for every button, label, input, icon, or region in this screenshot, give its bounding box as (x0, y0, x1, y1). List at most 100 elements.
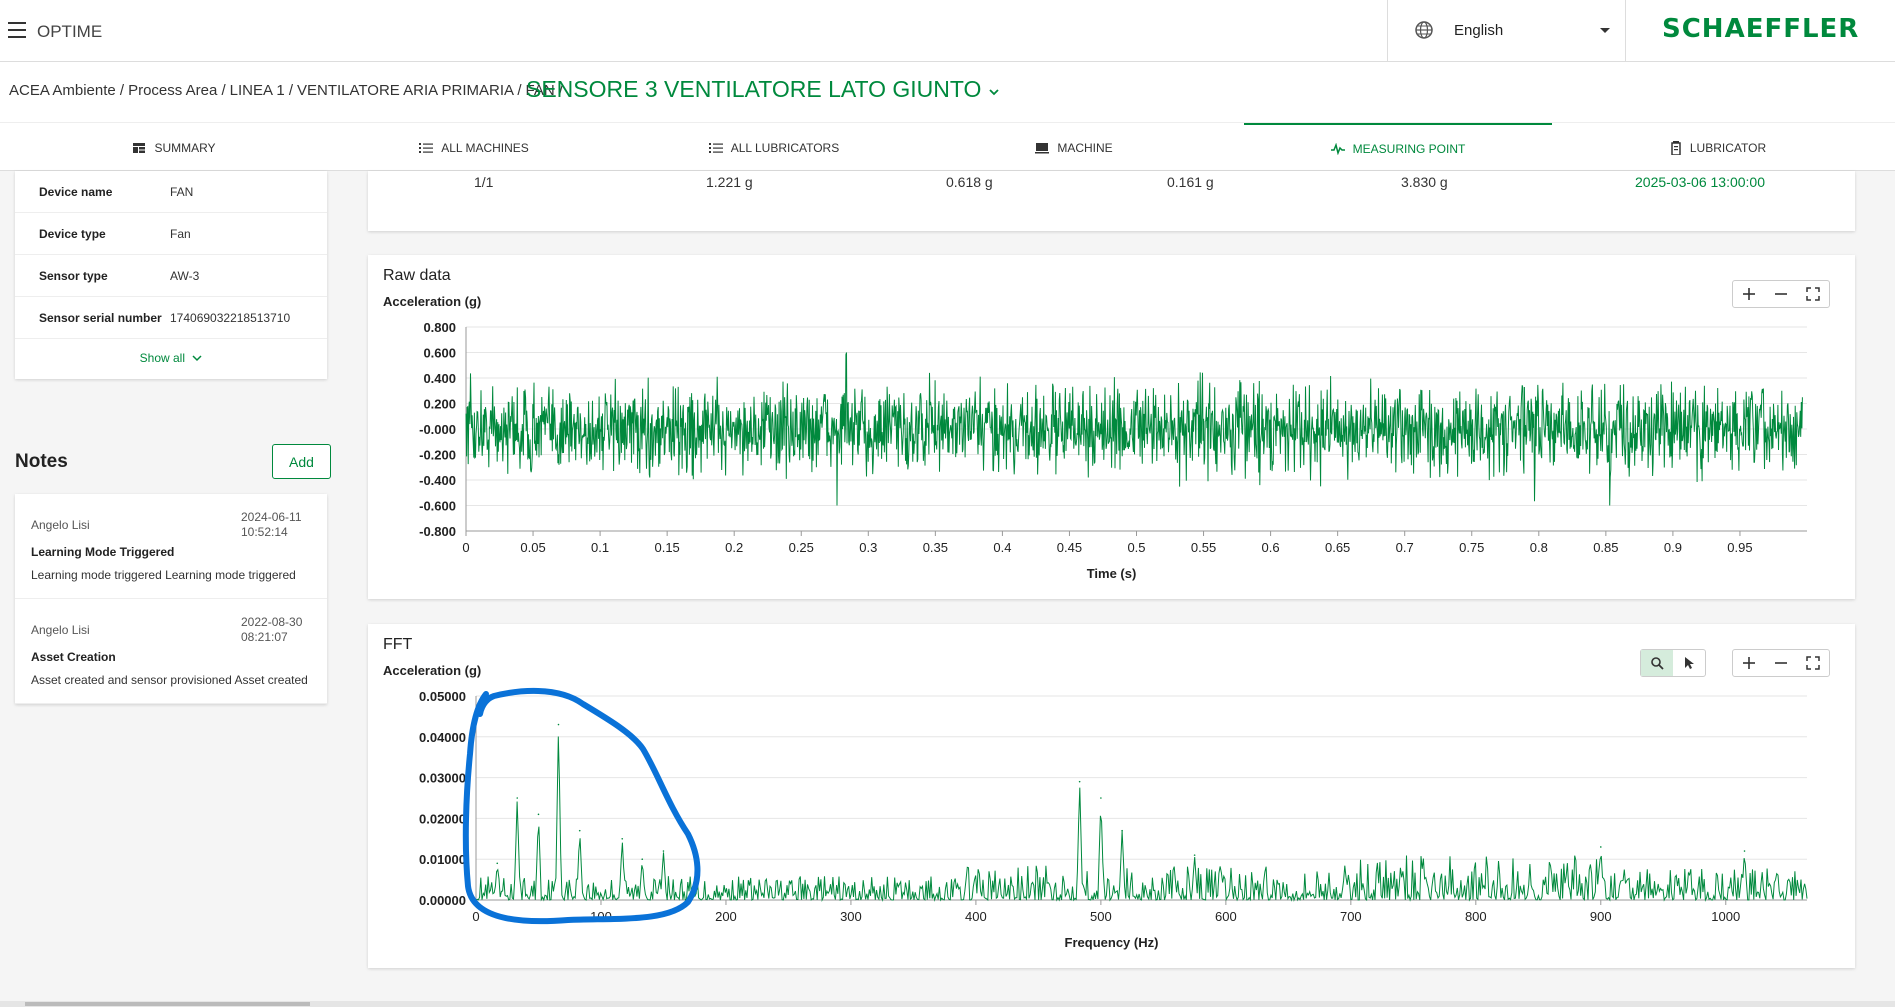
tab-machine[interactable]: MACHINE (924, 123, 1224, 172)
list-icon (708, 142, 723, 153)
y-tick-label: 0.00000 (419, 893, 466, 908)
horizontal-scrollbar[interactable] (0, 1001, 1895, 1007)
x-tick-label: 0.45 (1057, 540, 1082, 555)
fft-plot[interactable]: 0.05000 0.04000 0.03000 0.02000 0.01000 0.000… (368, 624, 1855, 968)
x-tick-label: 0.3 (859, 540, 877, 555)
tab-lubricator[interactable]: LUBRICATOR (1568, 123, 1868, 172)
tab-summary[interactable]: SUMMARY (24, 123, 324, 172)
x-tick-label: 0.4 (993, 540, 1011, 555)
info-value: Fan (170, 227, 191, 241)
x-tick-label: 0.05 (520, 540, 545, 555)
x-tick-label: 0.75 (1459, 540, 1484, 555)
lubricator-icon (1671, 140, 1681, 155)
x-tick-label: 1000 (1711, 909, 1740, 924)
tab-all-lubricators[interactable]: ALL LUBRICATORS (624, 123, 924, 172)
x-tick-label: 0.5 (1127, 540, 1145, 555)
x-tick-label: 0.95 (1727, 540, 1752, 555)
y-tick-label: -0.200 (419, 448, 456, 463)
add-note-button[interactable]: Add (272, 444, 331, 479)
tab-bar: SUMMARY ALL MACHINES ALL LUBRICATORS MAC… (0, 122, 1895, 171)
breadcrumb-bar: ACEA Ambiente / Process Area / LINEA 1 /VE… (0, 62, 1895, 122)
info-key: Sensor type (39, 269, 108, 283)
breadcrumb: ACEA Ambiente / Process Area / LINEA 1 /VE… (9, 82, 567, 99)
table-cell-timestamp[interactable]: 2025-03-06 13:00:00 (1635, 174, 1765, 190)
notes-list: Angelo Lisi 2024-06-11 10:52:14 Learning … (15, 494, 327, 704)
x-tick-label: 0.7 (1396, 540, 1414, 555)
x-tick-label: 900 (1590, 909, 1612, 924)
tab-label: MACHINE (1057, 140, 1113, 155)
scrollbar-thumb[interactable] (25, 1002, 310, 1006)
y-tick-label: 0.400 (423, 371, 456, 386)
tab-all-machines[interactable]: ALL MACHINES (324, 123, 624, 172)
note-body: Asset created and sensor provisioned Ass… (31, 673, 308, 687)
info-value: AW-3 (170, 269, 200, 283)
peak-point (578, 829, 581, 832)
table-cell: 3.830 g (1401, 174, 1448, 190)
x-tick-label: 0.1 (591, 540, 609, 555)
y-tick-label: 0.800 (423, 320, 456, 335)
x-tick-label: 0.65 (1325, 540, 1350, 555)
x-tick-label: 0 (462, 540, 469, 555)
peak-point (662, 850, 665, 852)
info-key: Device name (39, 185, 113, 199)
info-row: Sensor type AW-3 (15, 255, 327, 297)
breadcrumb-item[interactable]: ACEA Ambiente / (9, 82, 124, 99)
caret-down-icon (1600, 28, 1610, 33)
table-cell: 1.221 g (706, 174, 753, 190)
y-tick-label: -0.600 (419, 499, 456, 514)
peak-point (1100, 797, 1102, 799)
info-row: Sensor serial number 174069032218513710 (15, 297, 327, 339)
x-tick-label: 200 (715, 909, 737, 924)
y-tick-label: 0.05000 (419, 689, 466, 704)
list-icon (419, 142, 434, 153)
x-tick-label: 300 (840, 909, 862, 924)
note-author: Angelo Lisi (31, 518, 90, 532)
tab-measuring-point[interactable]: MEASURING POINT (1244, 123, 1552, 172)
language-selector[interactable]: English (1387, 0, 1624, 62)
note-date-day: 2024-06-11 (241, 510, 302, 524)
tab-label: ALL MACHINES (441, 140, 529, 155)
table-cell: 0.618 g (946, 174, 993, 190)
x-tick-label: 0.2 (725, 540, 743, 555)
x-tick-label: 800 (1465, 909, 1487, 924)
note-date: 2022-08-30 08:21:07 (241, 615, 321, 645)
y-tick-label: 0.200 (423, 397, 456, 412)
x-tick-label: 500 (1090, 909, 1112, 924)
note-item[interactable]: Angelo Lisi 2024-06-11 10:52:14 Learning … (15, 494, 327, 599)
breadcrumb-item[interactable]: Process Area / (128, 82, 226, 99)
tab-label: SUMMARY (154, 140, 216, 155)
breadcrumb-item[interactable]: VENTILATORE ARIA PRIMARIA / (297, 82, 522, 99)
annotation-circle (462, 688, 701, 925)
y-tick-label: -0.000 (419, 422, 456, 437)
globe-icon (1415, 21, 1433, 39)
x-tick-label: 600 (1215, 909, 1237, 924)
x-tick-label: 0.85 (1593, 540, 1618, 555)
x-tick-label: 0.15 (654, 540, 679, 555)
peak-point (621, 838, 624, 840)
series-line (465, 352, 1803, 506)
measurement-table: 1/1 1.221 g 0.618 g 0.161 g 3.830 g 2025… (368, 171, 1855, 231)
table-cell: 0.161 g (1167, 174, 1214, 190)
note-title: Learning Mode Triggered (31, 545, 175, 559)
y-tick-label: -0.400 (419, 473, 456, 488)
x-tick-label: 0.25 (789, 540, 814, 555)
peak-point (1121, 829, 1123, 832)
note-title: Asset Creation (31, 650, 116, 664)
show-all-button[interactable]: Show all (15, 351, 327, 365)
brand-logo: SCHAEFFLER (1662, 14, 1860, 44)
chevron-down-icon (192, 355, 202, 362)
breadcrumb-item[interactable]: LINEA 1 / (230, 82, 293, 99)
raw-data-plot[interactable]: 0.800 0.600 0.400 0.200 -0.000 -0.200 -0.400 -0… (368, 255, 1855, 599)
menu-icon[interactable] (8, 22, 26, 38)
language-label: English (1454, 22, 1504, 39)
note-item[interactable]: Angelo Lisi 2022-08-30 08:21:07 Asset Cre… (15, 599, 327, 704)
x-tick-label: 0 (472, 909, 479, 924)
chevron-down-icon[interactable] (988, 86, 1000, 98)
page-title: SENSORE 3 VENTILATORE LATO GIUNTO (526, 76, 982, 102)
x-tick-label: 0.8 (1530, 540, 1548, 555)
peak-point (1193, 854, 1196, 856)
note-body: Learning mode triggered Learning mode tr… (31, 568, 296, 582)
peak-point (557, 723, 560, 726)
y-tick-label: 0.03000 (419, 771, 466, 786)
x-tick-label: 0.55 (1191, 540, 1216, 555)
